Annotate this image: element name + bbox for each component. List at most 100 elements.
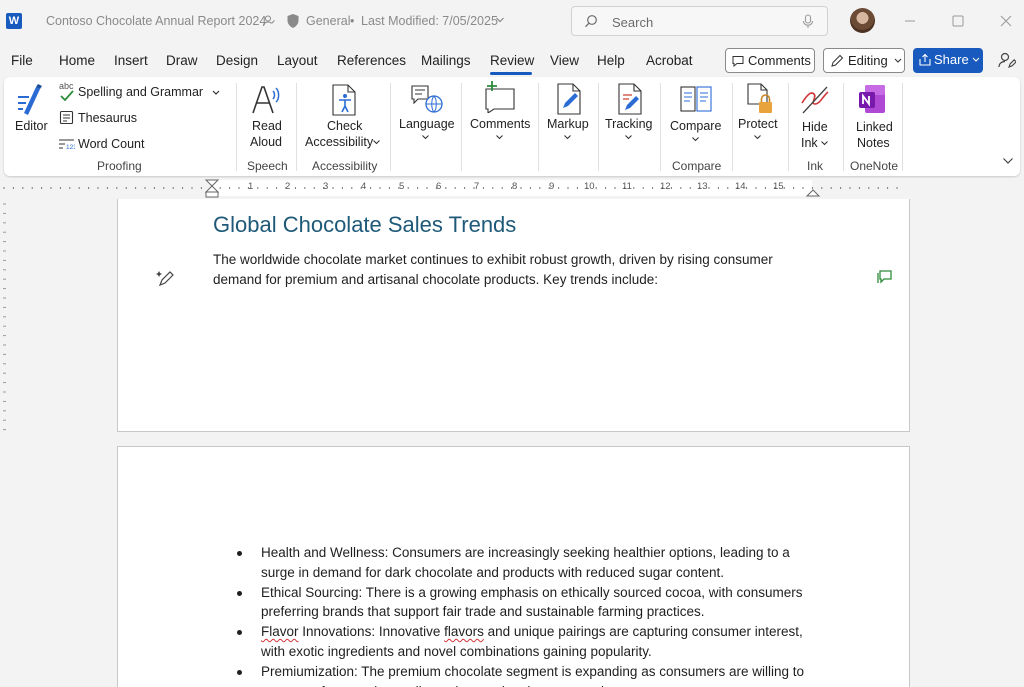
ruler-number: 2 [285, 181, 291, 192]
protect-lock-icon [747, 83, 772, 113]
editing-mode-button[interactable]: Editing [823, 48, 905, 73]
group-separator [461, 83, 462, 171]
chevron-down-icon[interactable] [691, 136, 700, 143]
comments-ribbon-button[interactable]: Comments [470, 116, 530, 132]
bullet-text: Innovations: Innovative [298, 624, 445, 640]
group-separator [390, 83, 391, 171]
language-button[interactable]: Language [399, 116, 455, 132]
chevron-down-icon[interactable] [495, 15, 505, 25]
markup-button[interactable]: Markup [547, 116, 589, 132]
group-separator [598, 83, 599, 171]
chevron-down-icon[interactable] [563, 134, 572, 141]
bullet-text: Ethical Sourcing: There is a growing emp… [261, 584, 803, 620]
ruler-number: 3 [323, 181, 329, 192]
check-accessibility-line2[interactable]: Accessibility [305, 134, 373, 150]
bullet-list: Health and Wellness: Consumers are incre… [237, 543, 821, 687]
tab-review[interactable]: Review [490, 53, 534, 68]
chevron-down-icon[interactable] [820, 140, 829, 147]
editor-pen-icon [18, 84, 42, 115]
ruler-number: 14 [735, 181, 746, 192]
bullet-dot [237, 630, 242, 636]
tab-view[interactable]: View [550, 53, 579, 68]
chevron-down-icon[interactable] [753, 134, 762, 141]
spelling-grammar-button[interactable]: Spelling and Grammar [78, 85, 203, 99]
group-separator [732, 83, 733, 171]
share-button[interactable]: Share [913, 48, 983, 73]
tab-references[interactable]: References [337, 53, 406, 68]
tab-insert[interactable]: Insert [114, 53, 148, 68]
compare-button[interactable]: Compare [670, 118, 721, 134]
sensitivity-label[interactable]: General [306, 14, 350, 28]
close-icon[interactable] [992, 8, 1020, 34]
bullet-item[interactable]: Premiumization: The premium chocolate se… [237, 662, 821, 687]
document-heading[interactable]: Global Chocolate Sales Trends [213, 212, 516, 238]
vertical-ruler[interactable] [0, 200, 14, 687]
chevron-down-icon[interactable] [624, 134, 633, 141]
comments-button-label: Comments [748, 53, 811, 68]
tab-draw[interactable]: Draw [166, 53, 198, 68]
search-icon [585, 15, 597, 28]
bullet-item[interactable]: Flavor Innovations: Innovative flavors a… [237, 622, 821, 662]
ruler-number: 7 [474, 181, 480, 192]
document-paragraph[interactable]: The worldwide chocolate market continues… [213, 250, 813, 289]
tab-design[interactable]: Design [216, 53, 258, 68]
share-button-label: Share [934, 52, 969, 67]
tab-file[interactable]: File [11, 53, 33, 68]
document-page[interactable]: Global Chocolate Sales Trends The worldw… [117, 199, 910, 432]
group-separator [538, 83, 539, 171]
bullet-text: Premiumization: The premium chocolate se… [261, 663, 805, 687]
thesaurus-button[interactable]: Thesaurus [78, 111, 137, 125]
microphone-icon[interactable] [802, 14, 814, 29]
onenote-icon [859, 85, 885, 113]
read-aloud-line1[interactable]: Read [252, 118, 282, 134]
tab-mailings[interactable]: Mailings [421, 53, 471, 68]
chevron-down-icon[interactable] [372, 139, 381, 146]
tracking-button[interactable]: Tracking [605, 116, 652, 132]
pencil-icon [831, 54, 844, 67]
chevron-down-icon[interactable] [495, 134, 504, 141]
word-count-button[interactable]: Word Count [78, 137, 144, 151]
copilot-sparkle-pen-icon[interactable] [156, 268, 176, 288]
check-accessibility-line1[interactable]: Check [327, 118, 362, 134]
horizontal-ruler[interactable]: 1 2 3 4 5 6 7 8 9 10 11 12 13 14 15 [0, 178, 1024, 198]
share-icon [919, 53, 931, 66]
title-bar: W Contoso Chocolate Annual Report 2024 G… [0, 0, 1024, 44]
tab-acrobat[interactable]: Acrobat [646, 53, 693, 68]
comment-icon [732, 56, 744, 67]
minimize-icon[interactable] [896, 8, 924, 34]
linked-notes-line1[interactable]: Linked [856, 119, 893, 135]
ink-group-label: Ink [807, 159, 824, 173]
maximize-icon[interactable] [944, 8, 972, 34]
compare-icon [680, 86, 712, 112]
comments-button[interactable]: Comments [725, 48, 815, 73]
accessibility-check-icon [332, 84, 356, 116]
comment-marker-icon[interactable] [877, 269, 893, 285]
protect-button[interactable]: Protect [738, 116, 778, 132]
speech-group-label: Speech [247, 159, 288, 173]
search-input[interactable] [612, 13, 792, 31]
document-title[interactable]: Contoso Chocolate Annual Report 2024 [46, 14, 266, 28]
misspelled-word: flavors [444, 624, 484, 640]
ruler-number: 10 [584, 181, 595, 192]
ribbon-collapse-icon[interactable] [1002, 157, 1014, 165]
tab-home[interactable]: Home [59, 53, 95, 68]
tab-help[interactable]: Help [597, 53, 625, 68]
chevron-down-icon[interactable] [211, 89, 221, 97]
read-aloud-line2[interactable]: Aloud [250, 134, 282, 150]
accessibility-group-label: Accessibility [312, 159, 378, 173]
hide-ink-line1[interactable]: Hide [802, 119, 828, 135]
tab-layout[interactable]: Layout [277, 53, 318, 68]
bullet-item[interactable]: Ethical Sourcing: There is a growing emp… [237, 583, 821, 623]
user-avatar[interactable] [850, 8, 875, 33]
copilot-person-icon[interactable] [998, 51, 1016, 69]
editor-button[interactable]: Editor [15, 118, 48, 134]
chevron-down-icon[interactable] [421, 134, 430, 141]
document-page[interactable]: Health and Wellness: Consumers are incre… [117, 446, 910, 687]
last-modified[interactable]: Last Modified: 7/05/2025 [361, 14, 498, 28]
word-count-icon: 123 [59, 139, 75, 150]
bullet-item[interactable]: Health and Wellness: Consumers are incre… [237, 543, 821, 583]
hide-ink-line2[interactable]: Ink [801, 135, 818, 151]
compare-group-label: Compare [672, 159, 722, 173]
linked-notes-line2[interactable]: Notes [857, 135, 890, 151]
search-box[interactable] [571, 6, 828, 36]
